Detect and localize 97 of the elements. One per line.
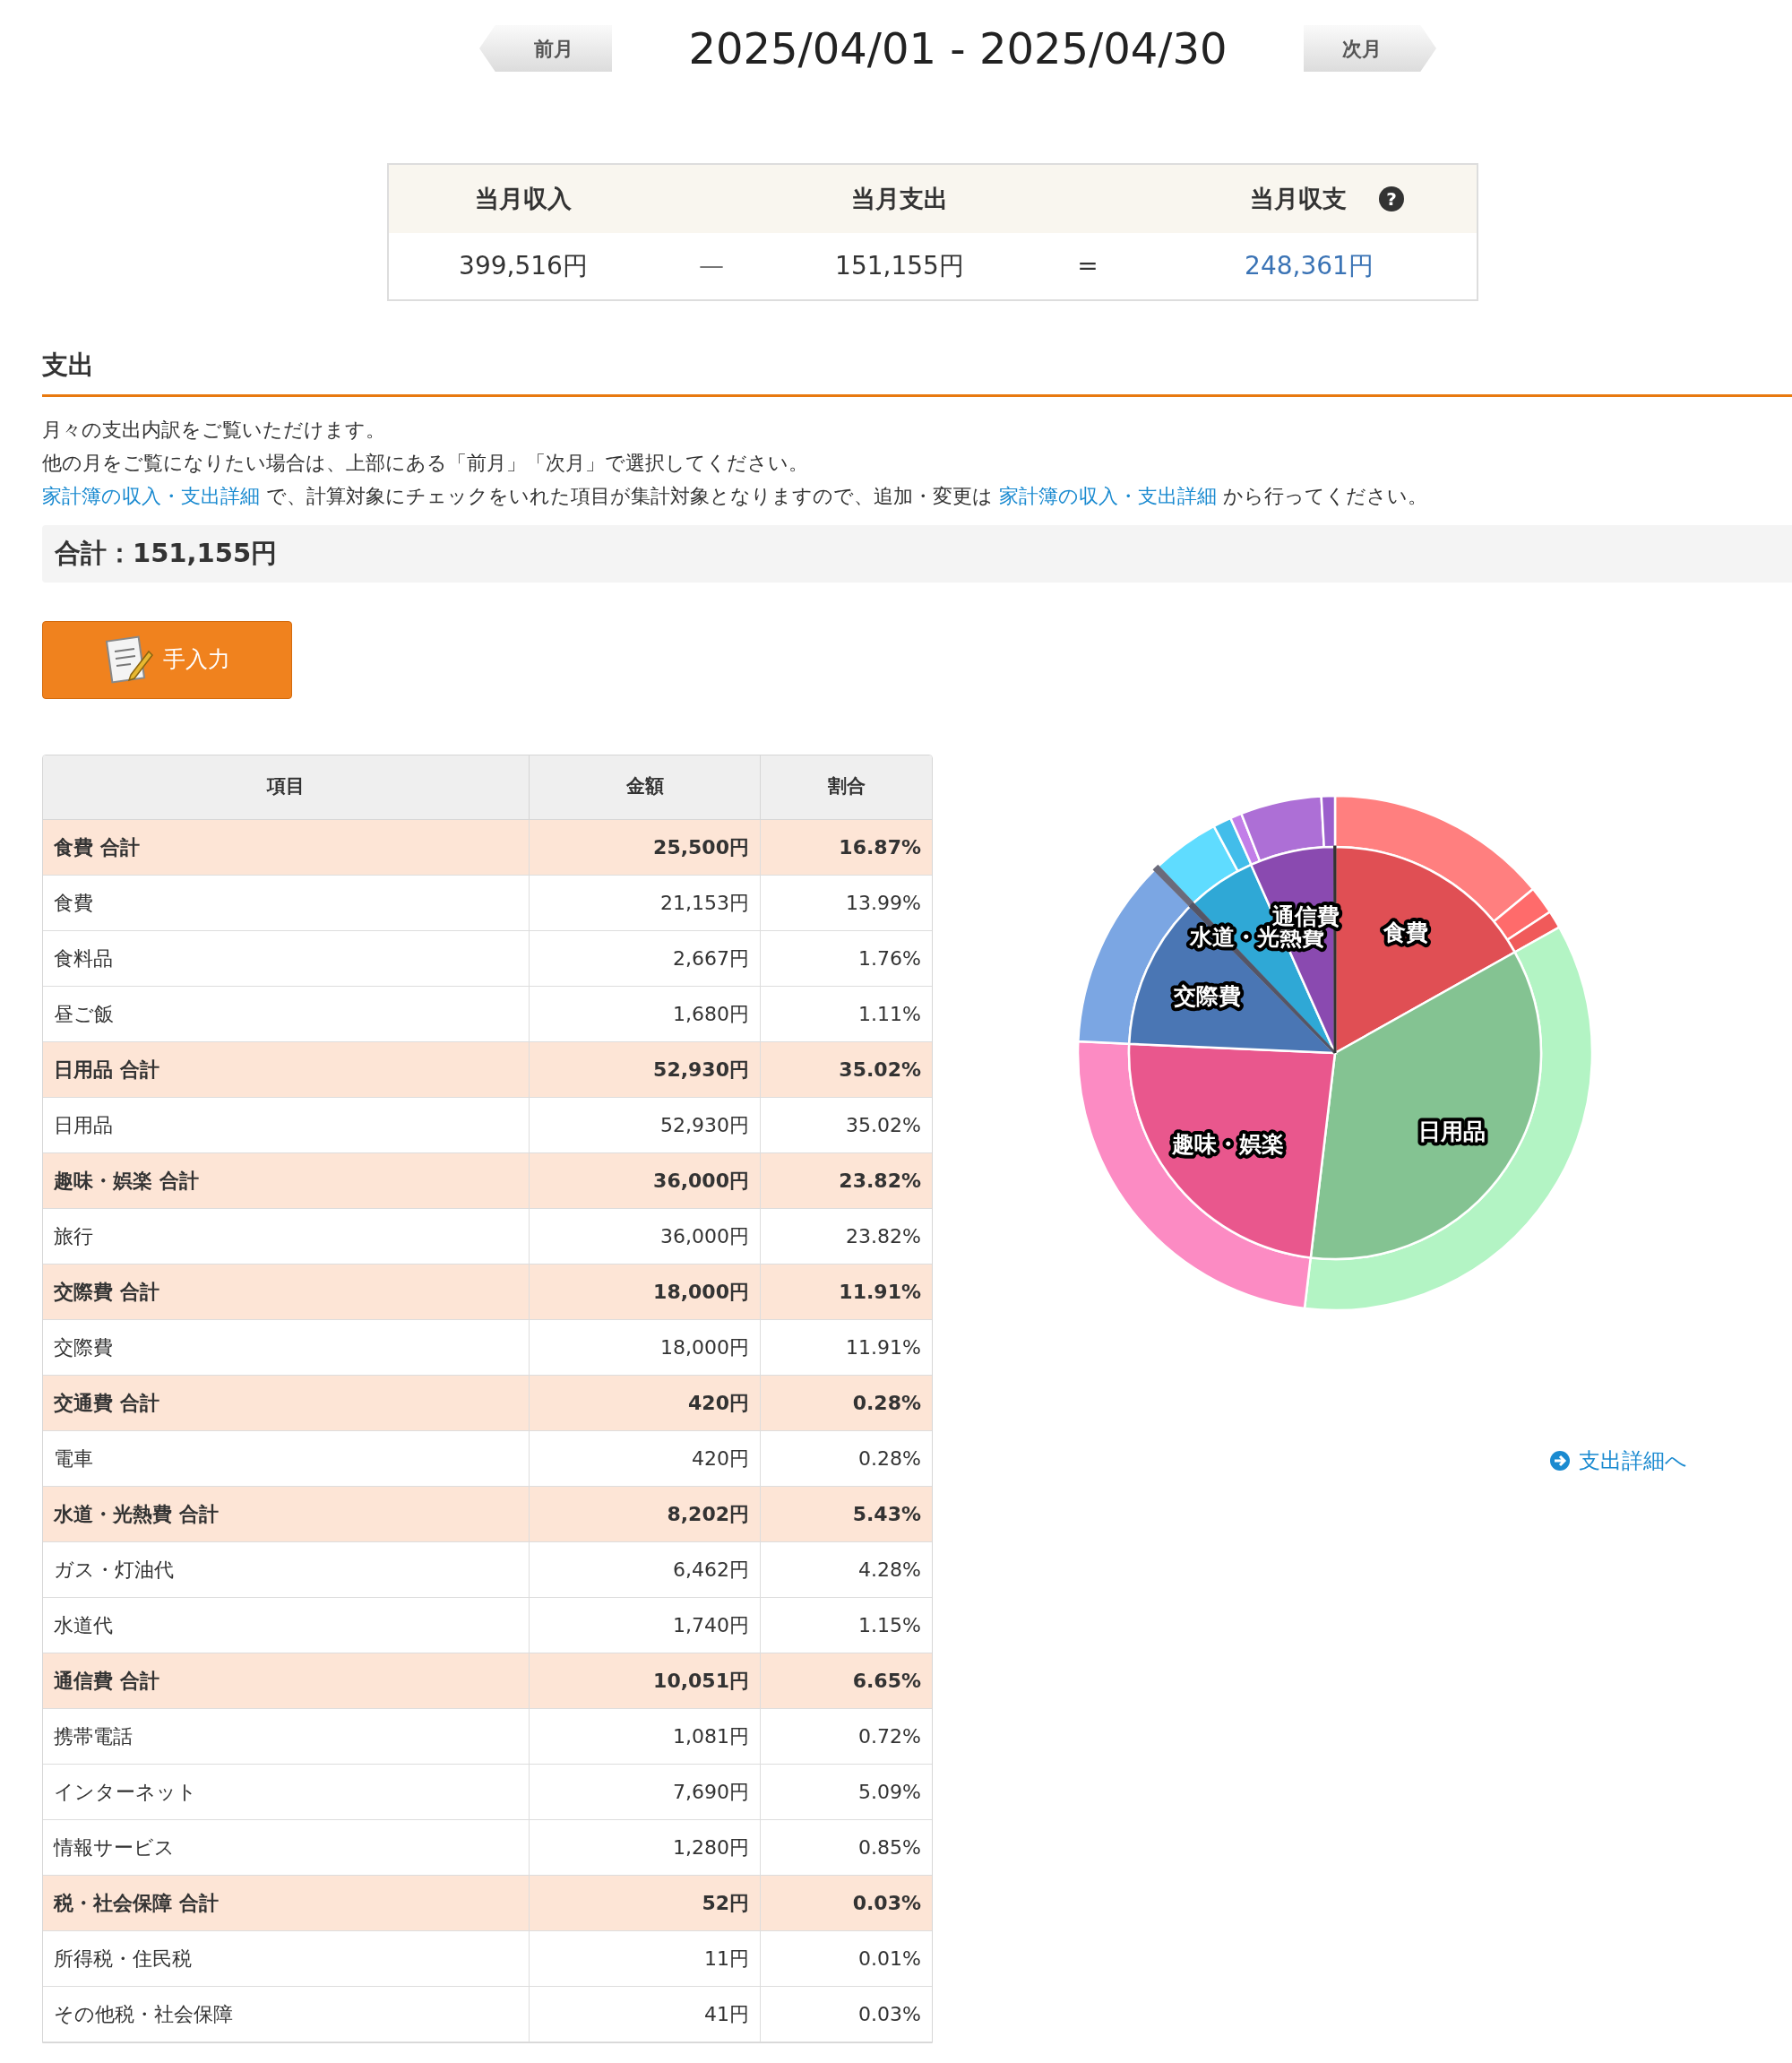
amount-cell: 52,930円 <box>530 1097 761 1152</box>
date-range-title: 2025/04/01 - 2025/04/30 <box>687 22 1228 75</box>
category-cell: インターネット <box>43 1764 530 1819</box>
category-cell: 水道代 <box>43 1597 530 1653</box>
amount-cell: 41円 <box>530 1986 761 2041</box>
column-header: 当月支出 <box>850 183 949 214</box>
description-text: 他の月をご覧になりたい場合は、上部にある「前月」「次月」で選択してください。 <box>42 450 809 476</box>
arrow-circle-icon <box>1550 1450 1570 1471</box>
category-cell: 食費 合計 <box>43 819 530 875</box>
previous-month-button[interactable]: 前月 <box>479 25 612 72</box>
percent-cell-text: 11.91% <box>845 1334 922 1360</box>
amount-cell: 36,000円 <box>530 1208 761 1264</box>
description-text: から行ってください。 <box>1222 484 1427 507</box>
amount-cell: 21,153円 <box>530 875 761 930</box>
percent-cell-text: 5.09% <box>857 1779 922 1805</box>
amount-cell: 52,930円 <box>530 1041 761 1097</box>
amount-cell: 1,680円 <box>530 986 761 1041</box>
percent-cell-text: 11.91% <box>838 1279 922 1305</box>
detail-link[interactable]: 家計簿の収入・支出詳細 <box>999 484 1217 507</box>
percent-cell-text: 0.28% <box>851 1390 922 1416</box>
percent-cell-text: 0.72% <box>857 1723 922 1749</box>
percent-cell-text: 23.82% <box>845 1223 922 1249</box>
balance-amount: 248,361円 <box>1244 250 1374 282</box>
category-cell: その他税・社会保障 <box>43 1986 530 2041</box>
amount-cell: 25,500円 <box>530 819 761 875</box>
amount-cell: 10,051円 <box>530 1653 761 1708</box>
category-cell: 日用品 合計 <box>43 1041 530 1097</box>
percent-cell-text: 0.03% <box>851 1890 922 1916</box>
percent-cell-text: 13.99% <box>845 890 922 916</box>
column-header: 当月収入 <box>474 183 573 214</box>
percent-cell-text: 35.02% <box>845 1112 922 1138</box>
amount-cell: 36,000円 <box>530 1152 761 1208</box>
amount-cell: 18,000円 <box>530 1319 761 1375</box>
category-cell: 交通費 合計 <box>43 1375 530 1430</box>
amount-cell: 8,202円 <box>530 1486 761 1541</box>
manual-entry-button[interactable]: 手入力 <box>42 620 292 699</box>
slice-label: 交際費 <box>1173 982 1241 1009</box>
category-cell: 趣味・娯楽 合計 <box>43 1152 530 1208</box>
slice-label: 食費 <box>1383 919 1429 945</box>
category-cell: 携帯電話 <box>43 1708 530 1764</box>
help-icon[interactable]: ? <box>1379 186 1404 211</box>
amount-cell: 7,690円 <box>530 1764 761 1819</box>
percent-cell-text: 4.28% <box>857 1557 922 1583</box>
percent-cell-text: 5.43% <box>851 1501 922 1527</box>
category-cell: ガス・灯油代 <box>43 1541 530 1597</box>
next-month-button[interactable]: 次月 <box>1304 25 1436 72</box>
amount-cell: 6,462円 <box>530 1541 761 1597</box>
section-heading: 支出 <box>42 349 95 382</box>
category-cell: 昼ご飯 <box>43 986 530 1041</box>
category-cell: 食費 <box>43 875 530 930</box>
income-amount: 399,516円 <box>458 250 589 282</box>
total-amount: 合計：151,155円 <box>55 536 278 570</box>
percent-cell-text: 6.65% <box>851 1668 922 1694</box>
slice-label: 趣味・娯楽 <box>1172 1130 1285 1157</box>
description-text: で、計算対象にチェックをいれた項目が集計対象となりますので、追加・変更は <box>265 484 994 507</box>
category-cell: 情報サービス <box>43 1819 530 1875</box>
amount-cell: 2,667円 <box>530 930 761 986</box>
category-cell: 通信費 合計 <box>43 1653 530 1708</box>
category-cell: 税・社会保障 合計 <box>43 1875 530 1930</box>
amount-cell: 420円 <box>530 1430 761 1486</box>
expense-detail-link[interactable]: 支出詳細へ <box>1550 1444 1687 1477</box>
percent-cell-text: 1.11% <box>857 1001 922 1027</box>
amount-cell: 1,280円 <box>530 1819 761 1875</box>
minus-sign: — <box>698 250 725 282</box>
category-cell: 旅行 <box>43 1208 530 1264</box>
percent-cell-text: 0.85% <box>857 1834 922 1860</box>
percent-cell-text: 1.76% <box>857 945 922 971</box>
amount-cell: 420円 <box>530 1375 761 1430</box>
detail-link[interactable]: 家計簿の収入・支出詳細 <box>42 484 260 507</box>
category-cell: 電車 <box>43 1430 530 1486</box>
description-text: 月々の支出内訳をご覧いただけます。 <box>42 417 386 443</box>
expense-amount: 151,155円 <box>834 250 965 282</box>
percent-cell-text: 16.87% <box>838 834 922 860</box>
category-cell: 水道・光熱費 合計 <box>43 1486 530 1541</box>
category-cell: 日用品 <box>43 1097 530 1152</box>
percent-cell-text: 0.01% <box>857 1946 922 1972</box>
percent-cell-text: 35.02% <box>838 1057 922 1083</box>
notepad-icon <box>104 634 154 686</box>
column-header: 項目 <box>43 755 530 819</box>
amount-cell: 18,000円 <box>530 1264 761 1319</box>
category-cell: 所得税・住民税 <box>43 1930 530 1986</box>
category-cell: 交際費 <box>43 1319 530 1375</box>
amount-cell: 1,081円 <box>530 1708 761 1764</box>
percent-cell-text: 1.15% <box>857 1612 922 1638</box>
category-cell: 食料品 <box>43 930 530 986</box>
column-header: 割合 <box>826 774 866 799</box>
amount-cell: 52円 <box>530 1875 761 1930</box>
equals-sign: = <box>1076 250 1099 282</box>
percent-cell-text: 23.82% <box>838 1168 922 1194</box>
category-cell: 交際費 合計 <box>43 1264 530 1319</box>
column-header: 当月収支 <box>1250 183 1347 214</box>
slice-label: 日用品 <box>1417 1118 1486 1144</box>
amount-cell: 11円 <box>530 1930 761 1986</box>
percent-cell-text: 0.28% <box>857 1446 922 1472</box>
column-header: 金額 <box>530 755 761 819</box>
amount-cell: 1,740円 <box>530 1597 761 1653</box>
percent-cell-text: 0.03% <box>857 2001 922 2027</box>
